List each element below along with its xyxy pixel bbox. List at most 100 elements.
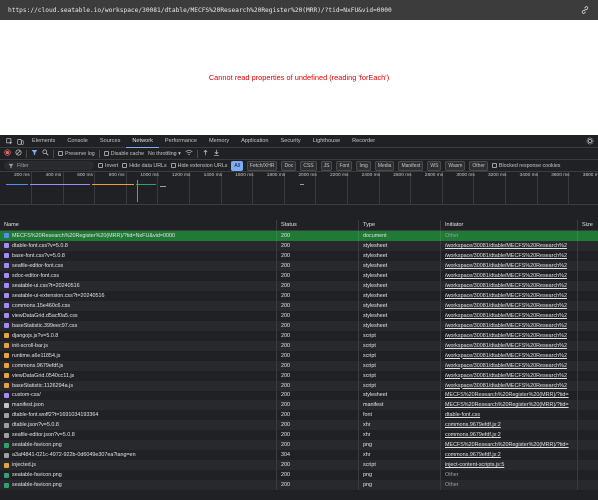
column-header-initiator[interactable]: Initiator: [441, 220, 578, 230]
hide-extension-urls-checkbox[interactable]: Hide extension URLs: [170, 163, 227, 169]
table-row[interactable]: seatable-favicon.png 200 png Other: [0, 480, 598, 491]
tab-network[interactable]: Network: [126, 135, 159, 148]
table-row[interactable]: baseStatistic.1126294a.js 200 script/works…: [0, 380, 598, 391]
chip-all[interactable]: All: [231, 160, 243, 171]
chip-manifest[interactable]: Manifest: [398, 160, 424, 171]
table-row[interactable]: seatable-ui-extension.css?t=20240516 200 s…: [0, 290, 598, 301]
clear-icon[interactable]: [15, 149, 22, 158]
table-row[interactable]: viewDataGrid.d5acf0a5.css 200 stylesheet/w…: [0, 310, 598, 321]
table-row[interactable]: MECFS%20Research%20Register%20(MRR)/?tid…: [0, 231, 598, 241]
cell-initiator-text[interactable]: Other: [445, 482, 458, 488]
table-row[interactable]: baseStatistic.399eec97.css 200 stylesheet /…: [0, 320, 598, 331]
table-row[interactable]: djangojs.js?v=5.0.8 200 script/workspace/3…: [0, 330, 598, 341]
cell-initiator-text[interactable]: Other: [445, 233, 458, 239]
tab-recorder[interactable]: Recorder: [346, 135, 381, 148]
cell-initiator-text[interactable]: commons.9679efdf.js:2: [445, 432, 501, 438]
record-icon[interactable]: [4, 149, 11, 158]
invert-checkbox[interactable]: Invert: [98, 163, 118, 169]
table-row[interactable]: commons.9679efdf.js 200 script/workspace/3…: [0, 360, 598, 371]
table-row[interactable]: dtable-font.css?v=5.0.8 200 stylesheet/wor…: [0, 240, 598, 251]
cell-initiator-text[interactable]: /workspace/30081/dtable/MECFS%20Research…: [445, 363, 567, 369]
cell-initiator-text[interactable]: /workspace/30081/dtable/MECFS%20Research…: [445, 243, 567, 249]
table-row[interactable]: sdoc-editor-font.css 200 stylesheet/worksp…: [0, 270, 598, 281]
chip-other[interactable]: Other: [469, 160, 488, 171]
table-row[interactable]: init-scroll-bar.js 200 script/workspace/30…: [0, 340, 598, 351]
disable-cache-checkbox[interactable]: Disable cache: [103, 151, 144, 157]
search-icon[interactable]: [42, 149, 49, 158]
cell-initiator-text[interactable]: /workspace/30081/dtable/MECFS%20Research…: [445, 383, 567, 389]
cell-initiator-text[interactable]: MECFS%20Research%20Register%20(MRR)/?tid…: [445, 442, 569, 448]
cell-initiator-text[interactable]: /workspace/30081/dtable/MECFS%20Research…: [445, 283, 567, 289]
hide-data-urls-checkbox[interactable]: Hide data URLs: [122, 163, 167, 169]
throttling-select[interactable]: No throttling ▾: [148, 151, 181, 157]
cell-initiator-text[interactable]: Other: [445, 472, 458, 478]
table-row[interactable]: seafile-editor-font.css 200 stylesheet/wor…: [0, 260, 598, 271]
table-row[interactable]: runtime.a6e11854.js 200 script/workspace/3…: [0, 350, 598, 361]
table-row[interactable]: viewDataGrid.0540cc11.js 200 script/worksp…: [0, 370, 598, 381]
cell-initiator-text[interactable]: MECFS%20Research%20Register%20(MRR)/?tid…: [445, 392, 569, 398]
column-header-name[interactable]: Name: [0, 220, 277, 230]
network-timeline-overview[interactable]: 200 ms 400 ms 600 ms 800 ms 1000 ms 1200 ms 14…: [0, 172, 598, 205]
chip-media[interactable]: Media: [374, 160, 395, 171]
cell-initiator-text[interactable]: /workspace/30081/dtable/MECFS%20Research…: [445, 323, 567, 329]
cell-initiator-text[interactable]: /workspace/30081/dtable/MECFS%20Research…: [445, 353, 567, 359]
cell-initiator-text[interactable]: /workspace/30081/dtable/MECFS%20Research…: [445, 293, 567, 299]
address-bar[interactable]: https://cloud.seatable.io/workspace/3008…: [0, 0, 598, 20]
cell-initiator-text[interactable]: /workspace/30081/dtable/MECFS%20Research…: [445, 373, 567, 379]
inspect-element-icon[interactable]: [4, 135, 15, 148]
cell-initiator-text[interactable]: /workspace/30081/dtable/MECFS%20Research…: [445, 303, 567, 309]
link-icon[interactable]: [580, 5, 590, 15]
table-row[interactable]: commons.15e460c6.css 200 stylesheet/worksp…: [0, 300, 598, 311]
column-header-status[interactable]: Status: [277, 220, 359, 230]
table-row[interactable]: a3af4841-021c-4972-922b-0d6049e307ea?lan…: [0, 450, 598, 461]
table-row[interactable]: seatable-favicon.png 200 png MECFS%20Resear…: [0, 440, 598, 451]
cell-initiator-text[interactable]: /workspace/30081/dtable/MECFS%20Research…: [445, 263, 567, 269]
filter-funnel-icon[interactable]: [31, 149, 38, 158]
import-har-icon[interactable]: [202, 149, 209, 158]
device-toolbar-icon[interactable]: [15, 135, 26, 148]
table-row[interactable]: base-font.css?v=5.0.8 200 stylesheet/works…: [0, 250, 598, 261]
tab-performance[interactable]: Performance: [159, 135, 203, 148]
cell-initiator-text[interactable]: commons.9679efdf.js:2: [445, 422, 501, 428]
tab-memory[interactable]: Memory: [203, 135, 235, 148]
table-row[interactable]: custom-css/200 stylesheet MECFS%20Research…: [0, 390, 598, 401]
cell-initiator-text[interactable]: dtable-font.css: [445, 412, 480, 418]
tab-lighthouse[interactable]: Lighthouse: [307, 135, 346, 148]
table-row[interactable]: dtable-font.woff2?t=1691034193364 200 font…: [0, 410, 598, 421]
table-row[interactable]: seatable-ui.css?t=20240516 200 stylesheet /…: [0, 280, 598, 291]
tab-security[interactable]: Security: [275, 135, 307, 148]
wifi-icon[interactable]: [185, 149, 193, 158]
export-har-icon[interactable]: [213, 149, 220, 158]
chip-img[interactable]: Img: [356, 160, 371, 171]
column-header-type[interactable]: Type: [359, 220, 441, 230]
chip-font[interactable]: Font: [336, 160, 353, 171]
cell-initiator-text[interactable]: /workspace/30081/dtable/MECFS%20Research…: [445, 273, 567, 279]
filter-input[interactable]: Filter: [4, 161, 94, 170]
tab-console[interactable]: Console: [61, 135, 94, 148]
table-row[interactable]: dtable.json?v=5.0.8 200 xhr commons.9679efd…: [0, 420, 598, 431]
url-text[interactable]: https://cloud.seatable.io/workspace/3008…: [8, 7, 392, 14]
tab-application[interactable]: Application: [235, 135, 274, 148]
preserve-log-checkbox[interactable]: Preserve log: [58, 151, 95, 157]
cell-initiator-text[interactable]: /workspace/30081/dtable/MECFS%20Research…: [445, 253, 567, 259]
tab-sources[interactable]: Sources: [94, 135, 127, 148]
chip-ws[interactable]: WS: [427, 160, 442, 171]
chip-css[interactable]: CSS: [300, 160, 317, 171]
chip-js[interactable]: JS: [320, 160, 333, 171]
cell-initiator-text[interactable]: MECFS%20Research%20Register%20(MRR)/?tid…: [445, 402, 569, 408]
cell-initiator-text[interactable]: /workspace/30081/dtable/MECFS%20Research…: [445, 313, 567, 319]
table-row[interactable]: injected.js 200 script inject-content-scrip…: [0, 460, 598, 471]
chip-fetch-xhr[interactable]: Fetch/XHR: [246, 160, 278, 171]
settings-gear-icon[interactable]: [586, 137, 594, 147]
tab-elements[interactable]: Elements: [26, 135, 61, 148]
chip-wasm[interactable]: Wasm: [445, 160, 466, 171]
cell-initiator-text[interactable]: commons.9679efdf.js:2: [445, 452, 501, 458]
column-header-size[interactable]: Size: [578, 220, 598, 230]
cell-initiator-text[interactable]: /workspace/30081/dtable/MECFS%20Research…: [445, 333, 567, 339]
blocked-cookies-checkbox[interactable]: Blocked response cookies: [491, 163, 560, 169]
cell-initiator-text[interactable]: inject-content-scripts.js:5: [445, 462, 504, 468]
table-row[interactable]: seatable-favicon.png 200 png Other: [0, 470, 598, 481]
cell-initiator-text[interactable]: /workspace/30081/dtable/MECFS%20Research…: [445, 343, 567, 349]
table-row[interactable]: seafile-editor.json?v=5.0.8 200 xhr commons…: [0, 430, 598, 441]
table-row[interactable]: manifest.json 200 manifest MECFS%20Research…: [0, 400, 598, 411]
